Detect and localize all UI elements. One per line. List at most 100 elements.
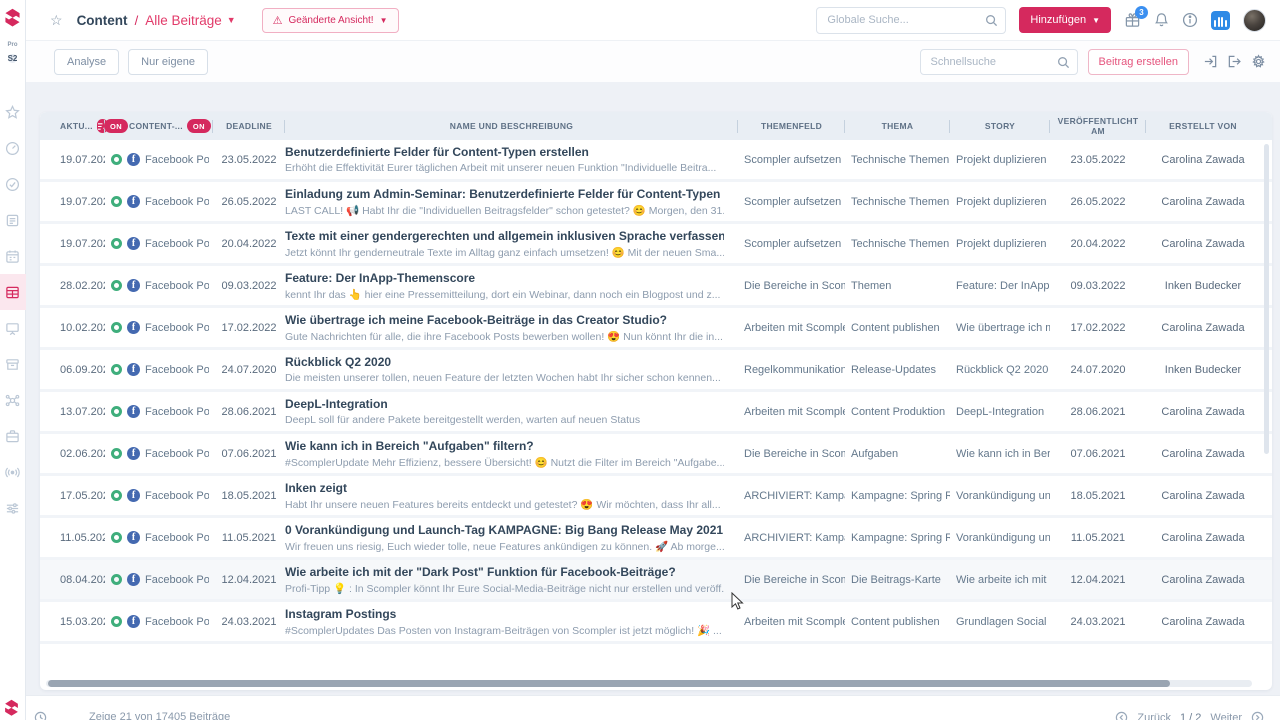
calendar-icon: [5, 249, 20, 264]
info-icon: [1182, 12, 1198, 28]
cell-content-type: f Facebook Post: [127, 615, 213, 628]
workspace-badge[interactable]: Pro S2: [0, 42, 25, 68]
cell-updated-date: 10.02.2022: [40, 322, 105, 334]
column-header-content-type[interactable]: CONTENT-... ON: [127, 112, 213, 140]
cell-updated-date: 08.04.2021: [40, 574, 105, 586]
breadcrumb-separator: /: [135, 13, 139, 28]
sidebar-item-notes[interactable]: [0, 202, 26, 238]
column-header-deadline[interactable]: DEADLINE: [213, 112, 285, 140]
pagination-next-label[interactable]: Weiter: [1210, 712, 1242, 720]
post-description: #ScomplerUpdates Das Posten von Instagra…: [285, 624, 724, 637]
status-ring-icon: [111, 322, 122, 333]
cell-deadline: 24.07.2020: [213, 364, 285, 376]
pagination-back-label[interactable]: Zurück: [1137, 712, 1171, 720]
column-header-updated[interactable]: AKTU...: [40, 112, 105, 140]
sidebar-item-archive[interactable]: [0, 346, 26, 382]
cell-story: Feature: Der InApp-Th...: [950, 280, 1050, 292]
export-button[interactable]: [1227, 54, 1242, 69]
sidebar-item-filters[interactable]: [0, 490, 26, 526]
cell-content-type: f Facebook Post: [127, 279, 213, 292]
cell-content-type: f Facebook Post: [127, 489, 213, 502]
only-own-button[interactable]: Nur eigene: [128, 49, 208, 75]
sidebar-item-presentation[interactable]: [0, 310, 26, 346]
column-header-name[interactable]: NAME UND BESCHREIBUNG: [285, 112, 738, 140]
cell-status: [105, 280, 127, 291]
table-row[interactable]: 10.02.2022 f Facebook Post 17.02.2022 Wi…: [40, 308, 1272, 350]
whats-new-button[interactable]: 3: [1124, 12, 1141, 28]
table-row[interactable]: 19.07.2022 f Facebook Post 26.05.2022 Ei…: [40, 182, 1272, 224]
breadcrumb-current-view[interactable]: Alle Beiträge: [145, 13, 222, 28]
cell-created-by: Inken Budecker: [1146, 280, 1260, 292]
sidebar-item-briefcase[interactable]: [0, 418, 26, 454]
cell-story: Projekt duplizieren: [950, 154, 1050, 166]
sidebar-item-favorites[interactable]: [0, 94, 26, 130]
notes-icon: [5, 213, 20, 228]
cell-status: [105, 616, 127, 627]
star-icon: [5, 105, 20, 120]
table-row[interactable]: 17.05.2021 f Facebook Post 18.05.2021 In…: [40, 476, 1272, 518]
settings-button[interactable]: [1251, 54, 1266, 69]
add-button[interactable]: Hinzufügen ▼: [1019, 7, 1111, 33]
sidebar-item-tasks[interactable]: [0, 166, 26, 202]
cell-thema: Kampagne: Spring Rel...: [845, 532, 950, 544]
status-ring-icon: [111, 364, 122, 375]
sidebar-item-broadcast[interactable]: [0, 454, 26, 490]
chat-messenger-icon[interactable]: [1211, 11, 1230, 30]
help-button[interactable]: [1182, 12, 1198, 28]
quick-search-input[interactable]: [920, 49, 1078, 75]
user-avatar[interactable]: [1243, 9, 1266, 32]
archive-icon: [5, 357, 20, 372]
table-row[interactable]: 02.06.2021 f Facebook Post 07.06.2021 Wi…: [40, 434, 1272, 476]
arrow-left-circle-icon: [1115, 711, 1128, 720]
sidebar-item-calendar[interactable]: [0, 238, 26, 274]
table-row[interactable]: 19.07.2022 f Facebook Post 23.05.2022 Be…: [40, 140, 1272, 182]
post-title: Inken zeigt: [285, 481, 724, 495]
cell-thema: Release-Updates: [845, 364, 950, 376]
table-row[interactable]: 15.03.2021 f Facebook Post 24.03.2021 In…: [40, 602, 1272, 644]
global-search-input[interactable]: [816, 7, 1006, 34]
breadcrumb-section[interactable]: Content: [77, 13, 128, 28]
favorite-star-icon[interactable]: ☆: [50, 12, 63, 29]
post-description: Gute Nachrichten für alle, die ihre Face…: [285, 330, 724, 343]
table-row[interactable]: 28.02.2022 f Facebook Post 09.03.2022 Fe…: [40, 266, 1272, 308]
refresh-button[interactable]: [34, 711, 47, 720]
column-header-themenfeld[interactable]: THEMENFELD: [738, 112, 845, 140]
table-header-row: AKTU... ON CONTENT-... ON DEADLINE NAME …: [40, 112, 1272, 140]
previous-page-button[interactable]: [1115, 711, 1128, 720]
column-header-gutter: [1260, 112, 1272, 140]
import-button[interactable]: [1203, 54, 1218, 69]
scompler-logo[interactable]: [3, 8, 22, 30]
create-post-button[interactable]: Beitrag erstellen: [1088, 49, 1190, 75]
next-page-button[interactable]: [1251, 711, 1264, 720]
cell-published-date: 24.07.2020: [1050, 364, 1146, 376]
column-header-created-by[interactable]: ERSTELLT VON: [1146, 112, 1260, 140]
sidebar-item-content[interactable]: [0, 274, 26, 310]
column-header-status[interactable]: ON: [105, 112, 127, 140]
notifications-button[interactable]: [1154, 12, 1169, 28]
changed-view-button[interactable]: ⚠ Geänderte Ansicht! ▼: [262, 8, 399, 33]
column-header-thema[interactable]: THEMA: [845, 112, 950, 140]
cell-story: Projekt duplizieren: [950, 238, 1050, 250]
cell-created-by: Carolina Zawada: [1146, 154, 1260, 166]
vertical-scrollbar[interactable]: [1264, 144, 1269, 454]
horizontal-scrollbar-thumb[interactable]: [48, 680, 1170, 687]
sidebar-item-dashboard[interactable]: [0, 130, 26, 166]
table-row[interactable]: 08.04.2021 f Facebook Post 12.04.2021 Wi…: [40, 560, 1272, 602]
table-row[interactable]: 13.07.2021 f Facebook Post 28.06.2021 De…: [40, 392, 1272, 434]
table-row[interactable]: 06.09.2021 f Facebook Post 24.07.2020 Rü…: [40, 350, 1272, 392]
table-row[interactable]: 11.05.2021 f Facebook Post 11.05.2021 0 …: [40, 518, 1272, 560]
column-header-published[interactable]: VERÖFFENTLICHT AM: [1050, 112, 1146, 140]
chevron-down-icon[interactable]: ▼: [227, 15, 236, 25]
analyse-button[interactable]: Analyse: [54, 49, 119, 75]
post-title: Wie kann ich in Bereich "Aufgaben" filte…: [285, 439, 724, 453]
cell-published-date: 07.06.2021: [1050, 448, 1146, 460]
cell-deadline: 17.02.2022: [213, 322, 285, 334]
column-header-story[interactable]: STORY: [950, 112, 1050, 140]
status-ring-icon: [111, 154, 122, 165]
cell-deadline: 28.06.2021: [213, 406, 285, 418]
sidebar-item-network[interactable]: [0, 382, 26, 418]
sliders-icon: [5, 501, 20, 516]
table-row[interactable]: 19.07.2022 f Facebook Post 20.04.2022 Te…: [40, 224, 1272, 266]
horizontal-scrollbar-track[interactable]: [46, 680, 1252, 687]
cell-deadline: 26.05.2022: [213, 196, 285, 208]
